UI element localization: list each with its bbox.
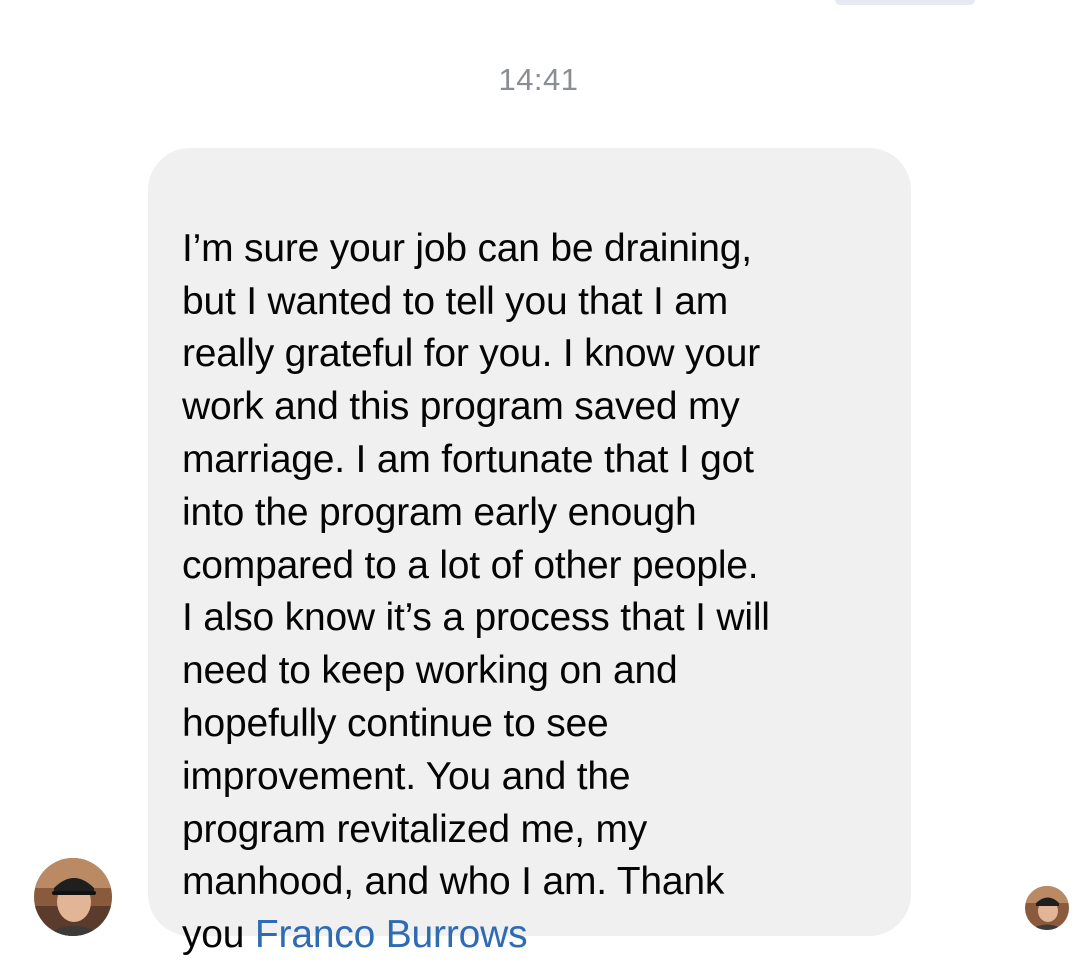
message-line: work and this program saved my (182, 385, 740, 429)
message-line: marriage. I am fortunate that I got (182, 437, 754, 481)
message-line: I also know it’s a process that I will (182, 596, 770, 640)
message-line: into the program early enough (182, 490, 697, 534)
message-line: improvement. You and the (182, 754, 631, 798)
message-bubble[interactable]: I’m sure your job can be draining, but I… (148, 148, 911, 956)
read-receipt-avatar (1025, 886, 1069, 930)
message-line-last: you Franco Burrows (182, 913, 528, 957)
message-line: but I wanted to tell you that I am (182, 279, 729, 323)
mention-link[interactable]: Franco Burrows (255, 913, 528, 956)
sender-avatar-photo (34, 858, 112, 936)
message-line: hopefully continue to see (182, 701, 609, 745)
message-line-prefix: you (182, 913, 255, 957)
sender-avatar[interactable] (34, 858, 112, 936)
message-line: need to keep working on and (182, 649, 678, 693)
message-line: compared to a lot of other people. (182, 543, 759, 587)
top-edge-element (835, 0, 975, 5)
message-text: I’m sure your job can be draining, but I… (182, 170, 881, 962)
message-line: I’m sure your job can be draining, (182, 226, 752, 270)
message-timestamp: 14:41 (498, 62, 579, 97)
message-line: program revitalized me, my (182, 807, 648, 851)
message-line: manhood, and who I am. Thank (182, 860, 725, 904)
message-line: really grateful for you. I know your (182, 332, 761, 376)
read-receipt-avatar-photo (1025, 886, 1069, 930)
